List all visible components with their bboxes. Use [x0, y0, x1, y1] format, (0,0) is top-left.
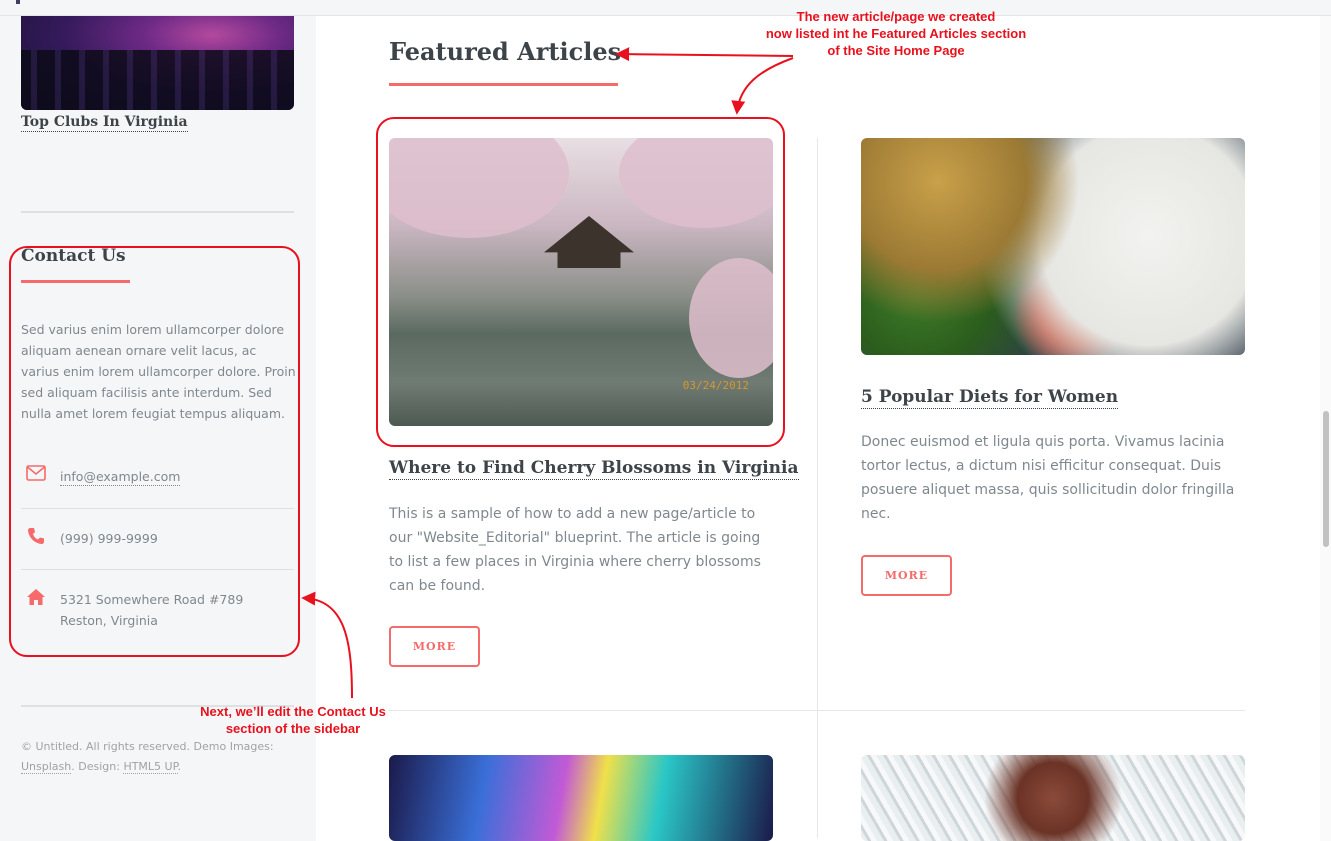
sidebar-divider: [21, 211, 294, 213]
article-text-cherry-blossoms: This is a sample of how to add a new pag…: [389, 506, 761, 594]
contact-description: Sed varius enim lorem ullamcorper dolore…: [21, 322, 296, 421]
club-crowd-image[interactable]: [21, 16, 294, 110]
blossom-cluster: [619, 138, 773, 228]
contact-address-line1: 5321 Somewhere Road #789: [60, 592, 244, 607]
more-button-cherry-blossoms[interactable]: MORE: [389, 626, 480, 667]
sidebar-recent-item-link[interactable]: Top Clubs In Virginia: [21, 114, 188, 132]
contact-heading: Contact Us: [21, 246, 126, 266]
article-title-popular-diets[interactable]: 5 Popular Diets for Women: [861, 387, 1119, 409]
contact-address: 5321 Somewhere Road #789 Reston, Virgini…: [60, 589, 243, 631]
annotation-featured-note: The new article/page we created now list…: [745, 8, 1047, 59]
article-title-cherry-blossoms[interactable]: Where to Find Cherry Blossoms in Virgini…: [389, 458, 799, 480]
page-scrollbar[interactable]: [1320, 16, 1331, 841]
featured-articles-title: Featured Articles: [389, 37, 622, 66]
browser-top-strip: [0, 0, 1331, 16]
footer-prefix: © Untitled. All rights reserved. Demo Im…: [21, 740, 274, 753]
footer-html5up-link[interactable]: HTML5 UP: [123, 760, 178, 774]
pavilion-shape: [544, 216, 634, 268]
contact-phone-row: (999) 999-9999: [21, 508, 294, 569]
annotation-featured-note-text: The new article/page we created now list…: [765, 9, 1027, 58]
winter-couple-image[interactable]: [861, 755, 1245, 841]
phone-icon: [25, 527, 47, 547]
contact-phone: (999) 999-9999: [60, 531, 158, 546]
more-button-popular-diets[interactable]: MORE: [861, 555, 952, 596]
article-text-popular-diets: Donec euismod et ligula quis porta. Viva…: [861, 434, 1235, 522]
contact-address-line2: Reston, Virginia: [60, 613, 158, 628]
envelope-icon: [25, 465, 47, 485]
contact-address-row: 5321 Somewhere Road #789 Reston, Virgini…: [21, 569, 294, 639]
contact-email-row: info@example.com: [21, 447, 294, 508]
blossom-cluster: [389, 138, 569, 238]
featured-title-underline: [389, 83, 618, 86]
food-plate-image[interactable]: [861, 138, 1245, 355]
annotation-contact-note-text: Next, we’ll edit the Contact Us section …: [200, 704, 386, 736]
scrollbar-thumb[interactable]: [1323, 411, 1329, 547]
footer-suffix: .: [177, 760, 182, 773]
contact-email-link[interactable]: info@example.com: [60, 468, 181, 486]
crowd-silhouette: [21, 50, 294, 110]
blossom-cluster: [689, 258, 773, 378]
contact-heading-underline: [21, 280, 130, 283]
topbar-mark: [16, 0, 20, 4]
concert-stage-image[interactable]: [389, 755, 773, 841]
column-divider: [817, 138, 818, 838]
home-icon: [25, 588, 47, 608]
sidebar-footer: © Untitled. All rights reserved. Demo Im…: [21, 737, 296, 777]
footer-unsplash-link[interactable]: Unsplash: [21, 760, 72, 774]
annotation-contact-note: Next, we’ll edit the Contact Us section …: [180, 703, 406, 737]
footer-design-label: . Design:: [71, 760, 124, 773]
cherry-blossom-image[interactable]: 03/24/2012: [389, 138, 773, 426]
row-divider: [389, 710, 1245, 711]
photo-date-stamp: 03/24/2012: [682, 379, 749, 392]
